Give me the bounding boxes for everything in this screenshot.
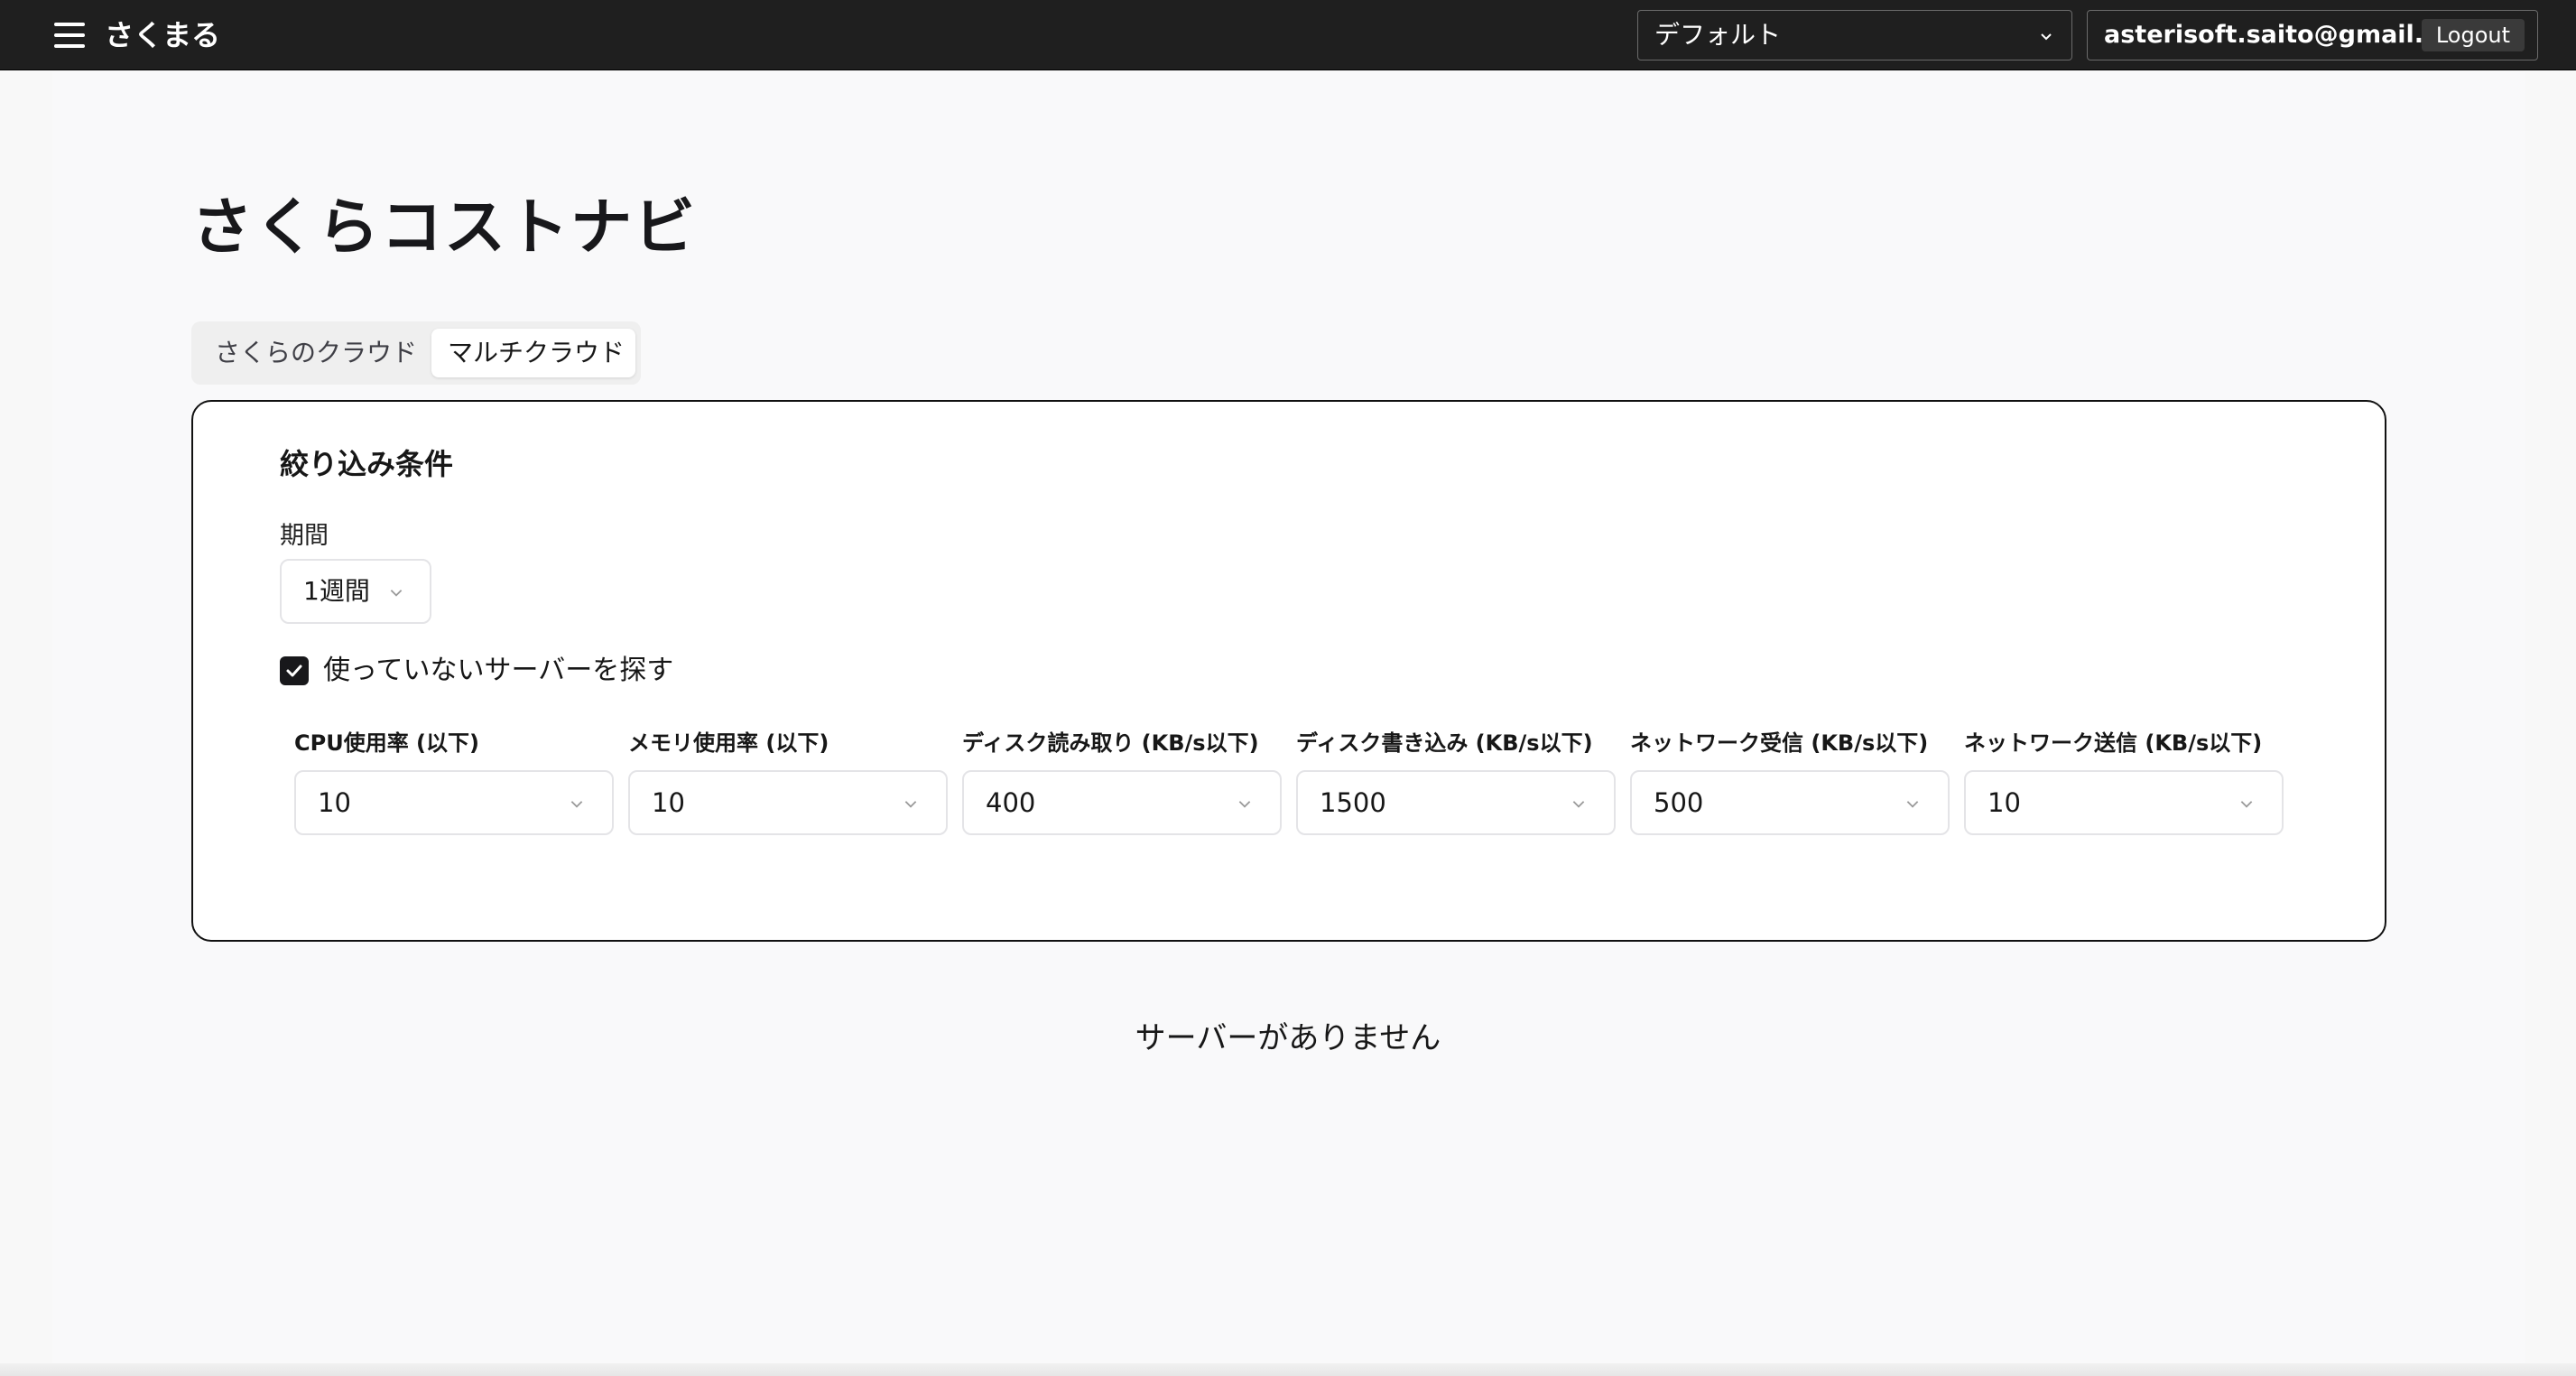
chevron-down-icon: [2041, 33, 2052, 41]
hamburger-menu-icon[interactable]: [49, 18, 90, 52]
metric-value: 10: [1988, 787, 2021, 818]
chevron-down-icon: [904, 801, 917, 808]
empty-server-message: サーバーがありません: [1135, 1020, 1441, 1056]
project-selector-value: デフォルト: [1654, 20, 1782, 50]
metric-label: ディスク読み取り (KB/s以下): [962, 730, 1259, 756]
cpu-threshold-select[interactable]: 10: [294, 770, 614, 835]
filter-card: 絞り込み条件 期間 1週間 使っていないサーバーを探す CPU使用率 (以下) …: [191, 400, 2386, 942]
period-select-value: 1週間: [303, 576, 370, 606]
disk-read-threshold-select[interactable]: 400: [962, 770, 1282, 835]
metric-label: ディスク書き込み (KB/s以下): [1296, 730, 1593, 756]
chevron-down-icon: [1238, 801, 1251, 808]
project-selector[interactable]: デフォルト: [1637, 10, 2072, 60]
period-label: 期間: [280, 522, 329, 550]
cloud-tabs: さくらのクラウド マルチクラウド: [191, 321, 641, 385]
network-send-threshold-select[interactable]: 10: [1964, 770, 2284, 835]
memory-threshold-select[interactable]: 10: [628, 770, 948, 835]
metric-value: 400: [986, 787, 1036, 818]
chevron-down-icon: [570, 801, 583, 808]
tab-sakura-cloud[interactable]: さくらのクラウド: [199, 329, 435, 377]
unused-server-checkbox[interactable]: [280, 656, 309, 685]
tab-multi-cloud[interactable]: マルチクラウド: [431, 329, 635, 377]
app-name: さくまる: [105, 18, 221, 52]
metric-label: メモリ使用率 (以下): [628, 730, 829, 756]
period-select[interactable]: 1週間: [280, 559, 431, 624]
metric-value: 1500: [1320, 787, 1386, 818]
metric-label: ネットワーク受信 (KB/s以下): [1630, 730, 1929, 756]
logout-button[interactable]: Logout: [2421, 19, 2525, 51]
chevron-down-icon: [1572, 801, 1585, 808]
chevron-down-icon: [2240, 801, 2253, 808]
bottom-edge: [0, 1363, 2576, 1376]
metric-label: ネットワーク送信 (KB/s以下): [1964, 730, 2263, 756]
metric-label: CPU使用率 (以下): [294, 730, 479, 756]
metric-value: 10: [318, 787, 351, 818]
chevron-down-icon: [390, 590, 403, 597]
user-account-box: asterisoft.saito@gmail.com Logout: [2087, 10, 2538, 60]
unused-server-checkbox-label[interactable]: 使っていないサーバーを探す: [323, 653, 673, 689]
filter-title: 絞り込み条件: [280, 447, 454, 481]
top-navigation-bar: さくまる デフォルト asterisoft.saito@gmail.com Lo…: [0, 0, 2576, 70]
metric-value: 10: [652, 787, 685, 818]
checkmark-icon: [286, 665, 302, 677]
network-receive-threshold-select[interactable]: 500: [1630, 770, 1950, 835]
page-title: さくらコストナビ: [191, 192, 698, 264]
chevron-down-icon: [1906, 801, 1919, 808]
disk-write-threshold-select[interactable]: 1500: [1296, 770, 1616, 835]
metric-value: 500: [1654, 787, 1704, 818]
